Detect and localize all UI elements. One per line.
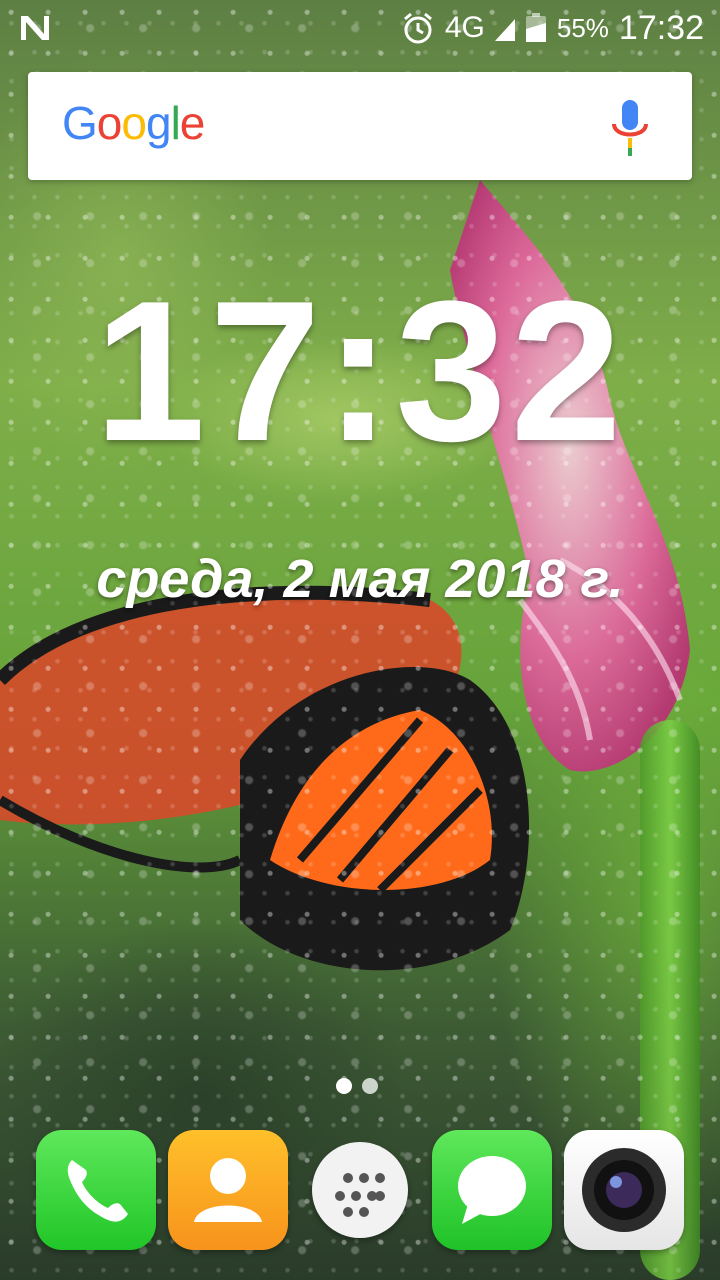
status-bar: 4G 55% 17:32 bbox=[0, 0, 720, 56]
google-logo: Google bbox=[62, 97, 205, 149]
page-indicator bbox=[336, 1078, 378, 1094]
status-time: 17:32 bbox=[618, 8, 704, 47]
messages-icon bbox=[458, 1156, 526, 1224]
alarm-icon bbox=[403, 12, 432, 44]
page-dot-current bbox=[336, 1078, 352, 1094]
microphone-icon[interactable] bbox=[608, 98, 652, 158]
page-dot bbox=[362, 1078, 378, 1094]
camera-app[interactable] bbox=[564, 1130, 684, 1250]
lock-home-screen: 4G 55% 17:32 Google 17:32 среда, 2 мая 2… bbox=[0, 0, 720, 1280]
n-notification-icon bbox=[21, 16, 49, 40]
google-search-bar[interactable]: Google bbox=[28, 72, 692, 180]
contacts-app[interactable] bbox=[168, 1130, 288, 1250]
battery-icon bbox=[525, 13, 546, 42]
camera-icon bbox=[582, 1148, 666, 1232]
status-indicators: 4G 55% 17:32 bbox=[401, 8, 704, 48]
contacts-icon bbox=[194, 1158, 262, 1222]
app-drawer-button[interactable] bbox=[312, 1142, 408, 1238]
clock-widget-time[interactable]: 17:32 bbox=[0, 262, 720, 482]
battery-percent: 55% bbox=[556, 12, 609, 43]
phone-icon bbox=[67, 1160, 128, 1222]
app-dock bbox=[0, 1130, 720, 1254]
phone-app[interactable] bbox=[36, 1130, 156, 1250]
signal-icon bbox=[494, 19, 515, 41]
app-drawer-icon bbox=[335, 1173, 385, 1217]
clock-widget-date: среда, 2 мая 2018 г. bbox=[96, 549, 624, 609]
messages-app[interactable] bbox=[432, 1130, 552, 1250]
network-type: 4G bbox=[444, 11, 485, 44]
